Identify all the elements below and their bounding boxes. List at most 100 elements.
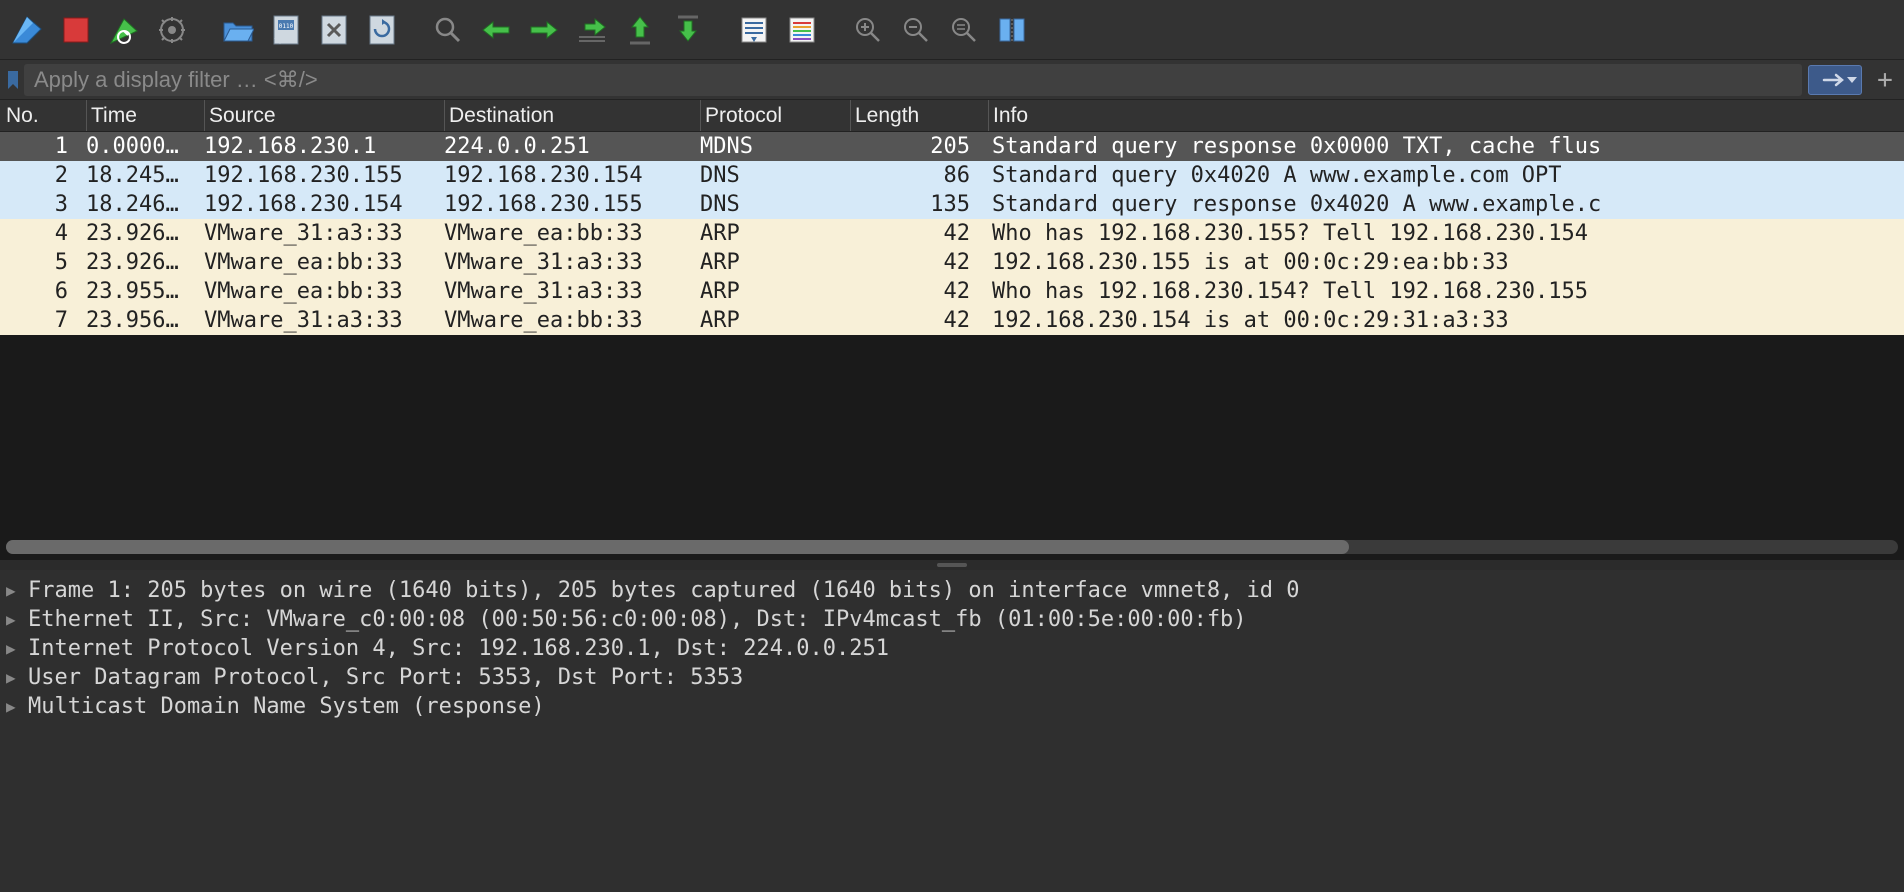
- cell-source: 192.168.230.154: [204, 192, 444, 217]
- cell-length: 42: [850, 221, 988, 246]
- zoom-reset-icon[interactable]: [942, 8, 986, 52]
- cell-dest: VMware_ea:bb:33: [444, 308, 700, 333]
- cell-source: 192.168.230.155: [204, 163, 444, 188]
- cell-time: 23.956…: [86, 308, 204, 333]
- cell-info: 192.168.230.154 is at 00:0c:29:31:a3:33: [988, 308, 1904, 333]
- cell-protocol: ARP: [700, 250, 850, 275]
- cell-source: VMware_ea:bb:33: [204, 250, 444, 275]
- cell-no: 4: [0, 221, 86, 246]
- first-icon[interactable]: [618, 8, 662, 52]
- col-header-source[interactable]: Source: [204, 100, 444, 131]
- cell-info: Who has 192.168.230.155? Tell 192.168.23…: [988, 221, 1904, 246]
- cell-length: 205: [850, 134, 988, 159]
- colorize-icon[interactable]: [780, 8, 824, 52]
- details-tree-item[interactable]: ▶Internet Protocol Version 4, Src: 192.1…: [0, 634, 1904, 663]
- expand-caret-icon[interactable]: ▶: [6, 581, 28, 600]
- cell-length: 86: [850, 163, 988, 188]
- cell-protocol: MDNS: [700, 134, 850, 159]
- details-text: Frame 1: 205 bytes on wire (1640 bits), …: [28, 578, 1300, 603]
- restart-icon[interactable]: [102, 8, 146, 52]
- zoom-out-icon[interactable]: [894, 8, 938, 52]
- cell-source: VMware_31:a3:33: [204, 308, 444, 333]
- details-text: Internet Protocol Version 4, Src: 192.16…: [28, 636, 889, 661]
- cell-source: VMware_31:a3:33: [204, 221, 444, 246]
- cell-length: 42: [850, 308, 988, 333]
- cell-no: 6: [0, 279, 86, 304]
- packet-row[interactable]: 318.246…192.168.230.154192.168.230.155DN…: [0, 190, 1904, 219]
- fin-icon[interactable]: [6, 8, 50, 52]
- cell-source: 192.168.230.1: [204, 134, 444, 159]
- next-icon[interactable]: [522, 8, 566, 52]
- cell-time: 23.926…: [86, 250, 204, 275]
- cell-time: 23.926…: [86, 221, 204, 246]
- cell-info: Standard query response 0x4020 A www.exa…: [988, 192, 1904, 217]
- packet-row[interactable]: 723.956…VMware_31:a3:33VMware_ea:bb:33AR…: [0, 306, 1904, 335]
- col-header-protocol[interactable]: Protocol: [700, 100, 850, 131]
- cell-time: 0.0000…: [86, 134, 204, 159]
- last-icon[interactable]: [666, 8, 710, 52]
- stop-icon[interactable]: [54, 8, 98, 52]
- cell-info: 192.168.230.155 is at 00:0c:29:ea:bb:33: [988, 250, 1904, 275]
- close-file-icon[interactable]: [312, 8, 356, 52]
- apply-filter-button[interactable]: [1808, 65, 1862, 95]
- packet-row[interactable]: 523.926…VMware_ea:bb:33VMware_31:a3:33AR…: [0, 248, 1904, 277]
- resize-cols-icon[interactable]: [990, 8, 1034, 52]
- jump-icon[interactable]: [570, 8, 614, 52]
- cell-protocol: DNS: [700, 163, 850, 188]
- svg-text:0110: 0110: [279, 23, 294, 30]
- cell-time: 23.955…: [86, 279, 204, 304]
- cell-dest: VMware_31:a3:33: [444, 250, 700, 275]
- cell-protocol: ARP: [700, 279, 850, 304]
- expand-caret-icon[interactable]: ▶: [6, 639, 28, 658]
- packet-row[interactable]: 623.955…VMware_ea:bb:33VMware_31:a3:33AR…: [0, 277, 1904, 306]
- cell-no: 2: [0, 163, 86, 188]
- cell-dest: 224.0.0.251: [444, 134, 700, 159]
- find-icon[interactable]: [426, 8, 470, 52]
- main-toolbar: 0110: [0, 0, 1904, 60]
- save-icon[interactable]: 0110: [264, 8, 308, 52]
- cell-info: Who has 192.168.230.154? Tell 192.168.23…: [988, 279, 1904, 304]
- packet-row[interactable]: 10.0000…192.168.230.1224.0.0.251MDNS205S…: [0, 132, 1904, 161]
- cell-no: 1: [0, 134, 86, 159]
- details-text: User Datagram Protocol, Src Port: 5353, …: [28, 665, 743, 690]
- details-tree-item[interactable]: ▶Multicast Domain Name System (response): [0, 692, 1904, 721]
- col-header-length[interactable]: Length: [850, 100, 988, 131]
- packet-row[interactable]: 423.926…VMware_31:a3:33VMware_ea:bb:33AR…: [0, 219, 1904, 248]
- add-filter-button[interactable]: +: [1870, 65, 1900, 95]
- details-tree-item[interactable]: ▶User Datagram Protocol, Src Port: 5353,…: [0, 663, 1904, 692]
- open-folder-icon[interactable]: [216, 8, 260, 52]
- cell-protocol: ARP: [700, 221, 850, 246]
- horizontal-scrollbar-thumb[interactable]: [6, 540, 1349, 554]
- reload-icon[interactable]: [360, 8, 404, 52]
- col-header-info[interactable]: Info: [988, 100, 1904, 131]
- expand-caret-icon[interactable]: ▶: [6, 668, 28, 687]
- col-header-destination[interactable]: Destination: [444, 100, 700, 131]
- cell-dest: 192.168.230.154: [444, 163, 700, 188]
- cell-source: VMware_ea:bb:33: [204, 279, 444, 304]
- cell-info: Standard query response 0x0000 TXT, cach…: [988, 134, 1904, 159]
- cell-dest: 192.168.230.155: [444, 192, 700, 217]
- details-tree-item[interactable]: ▶Ethernet II, Src: VMware_c0:00:08 (00:5…: [0, 605, 1904, 634]
- packet-details-pane: ▶Frame 1: 205 bytes on wire (1640 bits),…: [0, 570, 1904, 892]
- horizontal-scrollbar[interactable]: [6, 540, 1898, 554]
- autoscroll-icon[interactable]: [732, 8, 776, 52]
- packet-row[interactable]: 218.245…192.168.230.155192.168.230.154DN…: [0, 161, 1904, 190]
- display-filter-input[interactable]: [24, 64, 1802, 96]
- col-header-time[interactable]: Time: [86, 100, 204, 131]
- expand-caret-icon[interactable]: ▶: [6, 697, 28, 716]
- cell-info: Standard query 0x4020 A www.example.com …: [988, 163, 1904, 188]
- bookmark-icon[interactable]: [4, 66, 22, 94]
- details-tree-item[interactable]: ▶Frame 1: 205 bytes on wire (1640 bits),…: [0, 576, 1904, 605]
- cell-length: 42: [850, 250, 988, 275]
- pane-splitter[interactable]: [0, 560, 1904, 570]
- packet-list-pane: 10.0000…192.168.230.1224.0.0.251MDNS205S…: [0, 132, 1904, 560]
- expand-caret-icon[interactable]: ▶: [6, 610, 28, 629]
- details-text: Ethernet II, Src: VMware_c0:00:08 (00:50…: [28, 607, 1247, 632]
- options-icon[interactable]: [150, 8, 194, 52]
- cell-length: 135: [850, 192, 988, 217]
- col-header-no[interactable]: No.: [0, 100, 86, 131]
- zoom-in-icon[interactable]: [846, 8, 890, 52]
- prev-icon[interactable]: [474, 8, 518, 52]
- cell-dest: VMware_ea:bb:33: [444, 221, 700, 246]
- cell-no: 7: [0, 308, 86, 333]
